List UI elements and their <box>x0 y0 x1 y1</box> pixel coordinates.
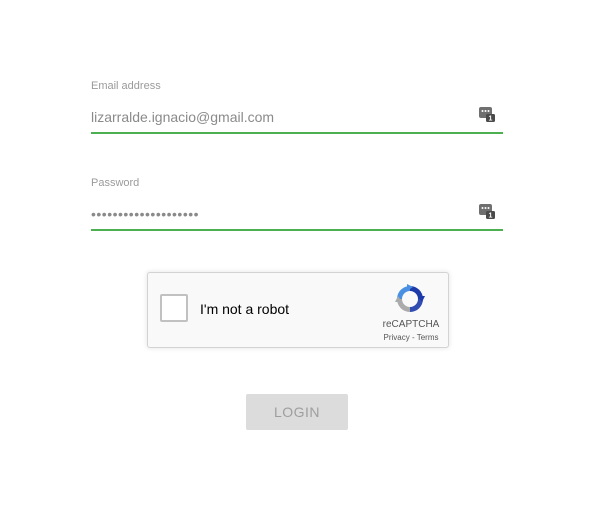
password-input[interactable] <box>91 201 471 227</box>
password-manager-icon[interactable]: 1 <box>478 105 496 123</box>
password-label: Password <box>91 177 140 189</box>
recaptcha-branding: reCAPTCHA Privacy - Terms <box>374 273 448 347</box>
recaptcha-links: Privacy - Terms <box>374 333 448 342</box>
email-input[interactable] <box>91 104 471 130</box>
login-page: Email address 1 Password 1 <box>0 0 612 528</box>
recaptcha-link-separator: - <box>409 333 417 342</box>
recaptcha-label: I'm not a robot <box>200 301 290 317</box>
email-label: Email address <box>91 80 161 92</box>
password-field-row: 1 <box>91 201 503 231</box>
recaptcha-checkbox[interactable] <box>160 294 188 322</box>
recaptcha-brand-text: reCAPTCHA <box>382 319 440 330</box>
recaptcha-privacy-link[interactable]: Privacy <box>384 333 410 342</box>
recaptcha-terms-link[interactable]: Terms <box>417 333 439 342</box>
email-field-group: Email address 1 <box>91 78 503 134</box>
login-button[interactable]: LOGIN <box>246 394 348 430</box>
svg-text:1: 1 <box>489 213 493 220</box>
svg-text:1: 1 <box>489 116 493 123</box>
recaptcha-widget: I'm not a robot reCAPTCHA Privacy - Term… <box>147 272 449 348</box>
recaptcha-logo-icon <box>395 284 425 312</box>
password-manager-icon[interactable]: 1 <box>478 202 496 220</box>
email-field-row: 1 <box>91 104 503 134</box>
password-field-group: Password 1 <box>91 175 503 231</box>
